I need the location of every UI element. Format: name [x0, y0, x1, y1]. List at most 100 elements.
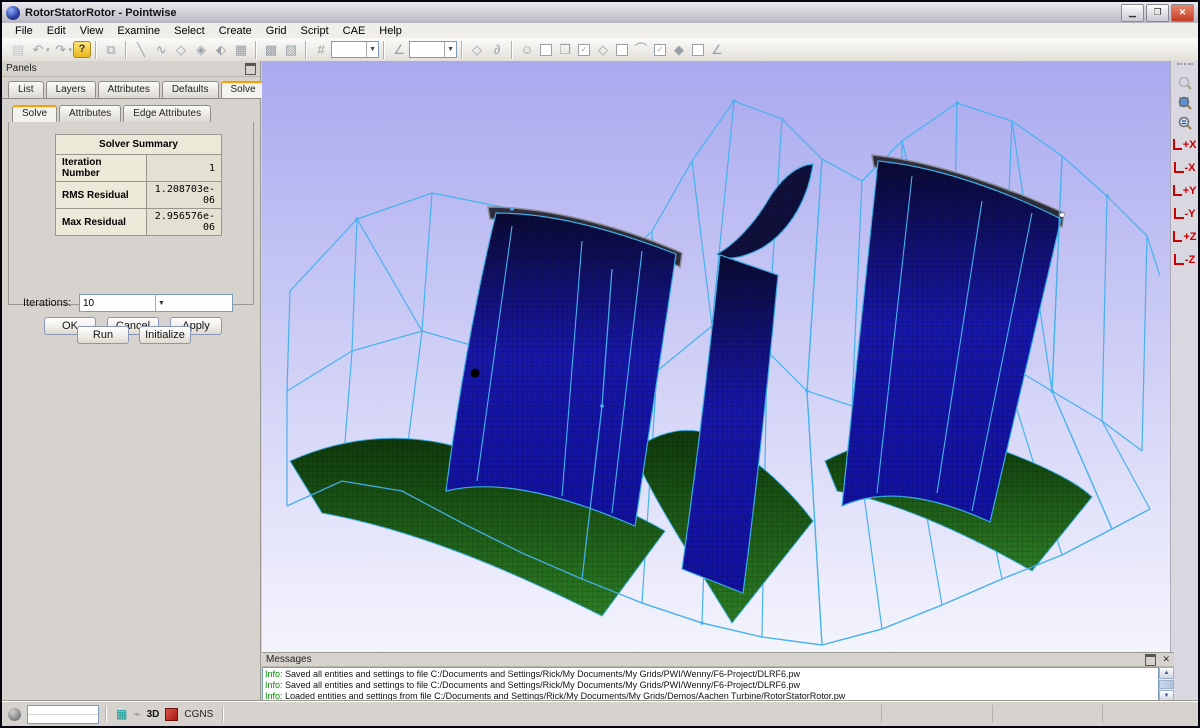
combo-arrow-icon[interactable]: ▼	[155, 295, 232, 311]
view-minus-x-button[interactable]: -X	[1173, 157, 1197, 178]
half-domain-icon[interactable]: ⬖	[211, 41, 231, 59]
status-cell-divider	[1102, 705, 1103, 723]
database-mask-icon[interactable]: ☺	[517, 41, 537, 59]
connector-icon[interactable]: ╲	[131, 41, 151, 59]
restore-button[interactable]: ❐	[1146, 4, 1169, 22]
zoom-actual-icon[interactable]	[1174, 113, 1196, 133]
angle-mask-icon[interactable]: ∠	[707, 41, 727, 59]
menu-grid[interactable]: Grid	[259, 25, 294, 37]
turbine-mesh-scene	[262, 61, 1174, 655]
dimension-combo[interactable]: ▼	[331, 41, 379, 58]
menu-edit[interactable]: Edit	[40, 25, 73, 37]
tab-solve[interactable]: Solve	[221, 81, 266, 98]
tab-defaults[interactable]: Defaults	[162, 81, 219, 98]
subtab-edge-attributes[interactable]: Edge Attributes	[123, 105, 211, 122]
axis-icon	[1174, 254, 1184, 265]
domain-mask-icon[interactable]: ◇	[593, 41, 613, 59]
partial-derivative-icon[interactable]: ∂	[487, 41, 507, 59]
panels-title: Panels	[6, 63, 245, 74]
view-plus-y-button[interactable]: +Y	[1173, 180, 1197, 201]
run-button[interactable]: Run	[77, 326, 129, 344]
iterations-combo[interactable]: 10 ▼	[79, 294, 233, 312]
rms-residual-value: 1.208703e-06	[147, 182, 222, 209]
dimension-icon[interactable]: #	[311, 41, 331, 59]
axis-icon	[1174, 208, 1184, 219]
view-plus-x-button[interactable]: +X	[1173, 134, 1197, 155]
app-icon	[6, 6, 20, 20]
log-level: Info:	[265, 691, 283, 701]
close-button[interactable]: ✕	[1171, 4, 1194, 22]
panels-title-bar[interactable]: Panels	[2, 61, 260, 77]
tab-attributes[interactable]: Attributes	[98, 81, 160, 98]
domain-mesh-icon[interactable]: ◈	[191, 41, 211, 59]
block-mask-icon[interactable]: ❒	[555, 41, 575, 59]
domain-checkbox[interactable]	[616, 44, 628, 56]
selected-point-marker[interactable]	[471, 369, 480, 378]
combo-arrow-icon[interactable]: ▼	[366, 42, 378, 57]
curve-icon[interactable]: ∿	[151, 41, 171, 59]
combo-arrow-icon[interactable]: ▼	[444, 42, 456, 57]
tab-layers[interactable]: Layers	[46, 81, 96, 98]
menu-examine[interactable]: Examine	[110, 25, 167, 37]
save-icon[interactable]: ▤	[8, 41, 28, 59]
layer-stack-icon[interactable]: ⧉	[101, 41, 121, 59]
panels-tab-row: List Layers Attributes Defaults Solve	[2, 77, 260, 99]
redo-icon[interactable]: ↷	[51, 41, 71, 59]
messages-log[interactable]: Info: Saved all entities and settings to…	[262, 667, 1159, 702]
block-checkbox[interactable]: ✓	[578, 44, 590, 56]
angle-combo[interactable]: ▼	[409, 41, 457, 58]
connector-mask-icon[interactable]: ⌒	[631, 41, 651, 59]
view-minus-z-button[interactable]: -Z	[1173, 249, 1197, 270]
messages-title-bar[interactable]: Messages ✕	[262, 653, 1174, 667]
unstructured-grid-icon[interactable]: ▨	[281, 41, 301, 59]
subtab-solve[interactable]: Solve	[12, 105, 57, 122]
menu-select[interactable]: Select	[167, 25, 212, 37]
log-line: Info: Saved all entities and settings to…	[265, 680, 1156, 691]
menu-file[interactable]: File	[8, 25, 40, 37]
toolbar-grip[interactable]	[1177, 63, 1193, 70]
structured-grid-icon[interactable]: ▩	[261, 41, 281, 59]
zoom-icon[interactable]	[1174, 73, 1196, 93]
initialize-button[interactable]: Initialize	[139, 326, 191, 344]
mask-checkbox[interactable]	[540, 44, 552, 56]
connector-checkbox[interactable]: ✓	[654, 44, 666, 56]
menu-help[interactable]: Help	[372, 25, 409, 37]
minimize-button[interactable]: ▁	[1121, 4, 1144, 22]
messages-scrollbar[interactable]: ▲ ▼	[1159, 667, 1174, 702]
display-viewport[interactable]	[262, 61, 1174, 655]
domain-icon[interactable]: ◇	[171, 41, 191, 59]
menu-cae[interactable]: CAE	[336, 25, 373, 37]
tab-list[interactable]: List	[8, 81, 44, 98]
point-mask-icon[interactable]: ◆	[669, 41, 689, 59]
view-minus-y-button[interactable]: -Y	[1173, 203, 1197, 224]
iteration-number-value: 1	[147, 155, 222, 182]
menu-script[interactable]: Script	[294, 25, 336, 37]
iterations-label: Iterations:	[23, 297, 79, 309]
grid-status-icon: ▦	[116, 707, 127, 721]
help-icon[interactable]: ?	[73, 41, 91, 58]
menu-view[interactable]: View	[73, 25, 111, 37]
scroll-thumb[interactable]	[1159, 680, 1174, 689]
zoom-to-fit-icon[interactable]	[1174, 93, 1196, 113]
title-bar[interactable]: RotorStatorRotor - Pointwise ▁ ❐ ✕	[2, 2, 1198, 24]
close-icon[interactable]: ✕	[1162, 654, 1170, 665]
float-panel-icon[interactable]	[245, 63, 256, 75]
angle-icon[interactable]: ∠	[389, 41, 409, 59]
surface-icon[interactable]: ◇	[467, 41, 487, 59]
rms-residual-label: RMS Residual	[56, 182, 147, 209]
dimension-status: 3D	[147, 709, 160, 720]
menu-create[interactable]: Create	[212, 25, 259, 37]
solve-subtab-row: Solve Attributes Edge Attributes	[2, 99, 260, 122]
subtab-attributes[interactable]: Attributes	[59, 105, 121, 122]
redo-dropdown-icon[interactable]: ▾	[69, 46, 73, 54]
view-plus-z-button[interactable]: +Z	[1173, 226, 1197, 247]
block-icon[interactable]: ▦	[231, 41, 251, 59]
undo-dropdown-icon[interactable]: ▾	[46, 46, 50, 54]
float-panel-icon[interactable]	[1145, 654, 1156, 666]
log-line: Info: Saved all entities and settings to…	[265, 669, 1156, 680]
status-bar: ▦ ⌁ 3D CGNS	[2, 701, 1198, 726]
point-checkbox[interactable]	[692, 44, 704, 56]
undo-icon[interactable]: ↶	[28, 41, 48, 59]
main-toolbar: ▤ ↶▾ ↷▾ ? ⧉ ╲ ∿ ◇ ◈ ⬖ ▦ ▩ ▨ # ▼ ∠ ▼ ◇ ∂ …	[2, 38, 1198, 62]
scroll-up-icon[interactable]: ▲	[1159, 667, 1174, 679]
